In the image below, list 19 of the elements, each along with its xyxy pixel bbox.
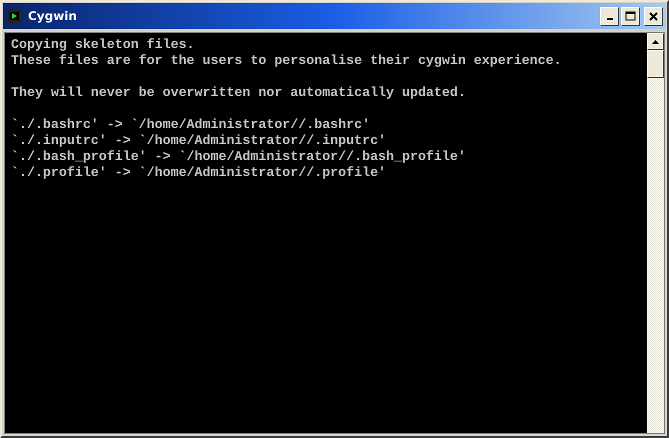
close-button[interactable] — [644, 6, 663, 26]
minimize-button[interactable] — [600, 6, 619, 26]
close-icon — [649, 12, 658, 20]
console-line: `./.profile' -> `/home/Administrator//.profile' — [11, 165, 388, 181]
scrollbar[interactable] — [647, 33, 664, 433]
maximize-icon — [625, 11, 636, 21]
scrollbar-thumb[interactable] — [647, 50, 664, 78]
scroll-up-button[interactable] — [647, 33, 664, 50]
console-line: `./.bash_profile' -> `/home/Administrator//.bash_profile' — [11, 149, 467, 165]
minimize-icon — [606, 18, 612, 20]
up-arrow-icon — [652, 40, 659, 44]
terminal-icon — [6, 8, 22, 24]
window-title: Cygwin — [28, 9, 78, 23]
console-line: They will never be overwritten nor automatically updated. — [11, 85, 467, 101]
console-line: `./.inputrc' -> `/home/Administrator//.inputrc' — [11, 133, 388, 149]
console-line: `./.bashrc' -> `/home/Administrator//.bashrc' — [11, 117, 372, 133]
maximize-button[interactable] — [621, 6, 640, 26]
console-line: Copying skeleton files. — [11, 37, 196, 53]
console-line: These files are for the users to personalise their cygwin experience. — [11, 53, 563, 69]
